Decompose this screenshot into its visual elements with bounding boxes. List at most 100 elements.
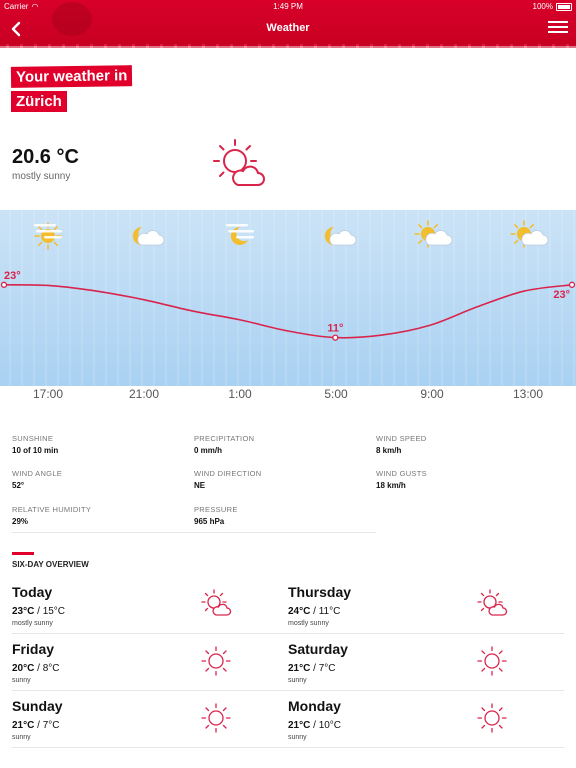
app-header: Carrier ◠ 1:49 PM 100% Weather [0, 0, 576, 48]
battery-icon [556, 2, 572, 11]
detail-sunshine: SUNSHINE 10 of 10 min [12, 434, 58, 455]
temperature-chart: 23° 11° 23° 17:00 21:00 1:00 5:00 9:00 13:00 [0, 210, 576, 410]
day-row-monday[interactable]: Monday 21°C / 10°C sunny [288, 698, 564, 754]
temperature-annotation: 23° [553, 289, 570, 301]
day-low: 7°C [318, 663, 336, 674]
battery-percent: 100% [532, 2, 553, 11]
day-low: 8°C [42, 663, 60, 674]
detail-label: RELATIVE HUMIDITY [12, 505, 92, 514]
sun-icon [201, 646, 231, 676]
detail-wind-direction: WIND DIRECTION NE [194, 469, 262, 490]
sun-icon [477, 646, 507, 676]
sun-cloud-icon [477, 589, 508, 616]
day-low: 7°C [42, 720, 60, 731]
menu-button[interactable] [548, 19, 568, 37]
detail-wind-gusts: WIND GUSTS 18 km/h [376, 469, 427, 490]
day-name: Monday [288, 698, 341, 714]
detail-relative-humidity: RELATIVE HUMIDITY 29% [12, 505, 91, 526]
day-row-today[interactable]: Today 23°C / 15°C mostly sunny [12, 584, 288, 640]
x-tick-label: 9:00 [420, 387, 444, 401]
sun-fog-icon [34, 222, 62, 250]
day-temperatures: 20°C / 8°C [12, 663, 60, 674]
day-description: mostly sunny [12, 620, 53, 627]
day-row-sunday[interactable]: Sunday 21°C / 7°C sunny [12, 698, 288, 754]
detail-label: WIND SPEED [376, 434, 427, 443]
day-description: sunny [288, 734, 307, 741]
day-temperatures: 21°C / 7°C [12, 720, 60, 731]
day-description: mostly sunny [288, 620, 329, 627]
detail-label: WIND DIRECTION [194, 469, 262, 478]
detail-pressure: PRESSURE 965 hPa [194, 505, 238, 526]
detail-value: 965 hPa [194, 517, 225, 526]
day-temperatures: 21°C / 10°C [288, 720, 342, 731]
day-low: 15°C [42, 606, 66, 617]
x-tick-label: 5:00 [324, 387, 348, 401]
row-divider [12, 690, 564, 691]
x-tick-label: 13:00 [513, 387, 543, 401]
hamburger-icon [548, 21, 568, 23]
section-title: SIX-DAY OVERVIEW [12, 560, 89, 569]
day-low: 11°C [318, 606, 341, 617]
day-name: Thursday [288, 584, 352, 600]
detail-label: SUNSHINE [12, 434, 54, 443]
day-low: 10°C [318, 720, 342, 731]
day-high: 21°C [12, 720, 35, 731]
day-high: 23°C [12, 606, 35, 617]
detail-label: PRESSURE [194, 505, 238, 514]
detail-value: 0 mm/h [194, 446, 223, 455]
sun-icon [477, 703, 507, 733]
temperature-point [568, 281, 576, 288]
day-row-thursday[interactable]: Thursday 24°C / 11°C mostly sunny [288, 584, 564, 640]
chart-axis-band [0, 386, 576, 410]
day-row-saturday[interactable]: Saturday 21°C / 7°C sunny [288, 641, 564, 697]
day-description: sunny [12, 734, 31, 741]
section-accent [12, 552, 34, 555]
detail-value: 18 km/h [376, 481, 406, 490]
detail-label: PRECIPITATION [194, 434, 255, 443]
temperature-point [332, 334, 339, 341]
headline-line-1: Your weather in [10, 65, 133, 88]
day-high: 21°C [288, 720, 311, 731]
status-battery: 100% [533, 2, 572, 11]
current-temperature: 20.6 °C [12, 146, 79, 168]
day-name: Saturday [288, 641, 348, 657]
day-temperatures: 24°C / 11°C [288, 606, 341, 617]
status-time: 1:49 PM [273, 2, 303, 11]
detail-value: 8 km/h [376, 446, 402, 455]
hamburger-line [548, 31, 568, 33]
detail-value: 10 of 10 min [12, 446, 59, 455]
sun-cloud-icon [213, 139, 265, 186]
current-description: mostly sunny [12, 171, 71, 182]
x-tick-label: 21:00 [129, 387, 159, 401]
row-divider [12, 633, 564, 634]
temperature-point [0, 281, 8, 288]
detail-value: 29% [12, 517, 29, 526]
detail-wind-speed: WIND SPEED 8 km/h [376, 434, 427, 455]
x-tick-label: 17:00 [33, 387, 63, 401]
day-high: 21°C [288, 663, 311, 674]
day-name: Sunday [12, 698, 63, 714]
detail-value: 52° [12, 481, 25, 490]
page-title: Weather [266, 22, 310, 34]
detail-value: NE [194, 481, 206, 490]
day-name: Friday [12, 641, 55, 657]
temperature-chart-svg: 23° 11° 23° 17:00 21:00 1:00 5:00 9:00 13:00 [0, 210, 576, 410]
day-temperatures: 23°C / 15°C [12, 606, 66, 617]
day-description: sunny [12, 677, 31, 684]
detail-precipitation: PRECIPITATION 0 mm/h [194, 434, 254, 455]
temperature-annotation: 23° [4, 270, 21, 282]
day-row-friday[interactable]: Friday 20°C / 8°C sunny [12, 641, 288, 697]
detail-label: WIND GUSTS [376, 469, 427, 478]
day-high: 20°C [12, 663, 35, 674]
sun-icon [201, 703, 231, 733]
temperature-annotation: 11° [327, 323, 343, 335]
detail-label: WIND ANGLE [12, 469, 63, 478]
headline-location: Zürich [11, 91, 67, 112]
header-edge [0, 44, 576, 48]
detail-wind-angle: WIND ANGLE 52° [12, 469, 62, 490]
x-tick-label: 1:00 [228, 387, 252, 401]
day-temperatures: 21°C / 7°C [288, 663, 336, 674]
hamburger-line [548, 26, 568, 28]
day-description: sunny [288, 677, 307, 684]
day-name: Today [12, 584, 53, 600]
